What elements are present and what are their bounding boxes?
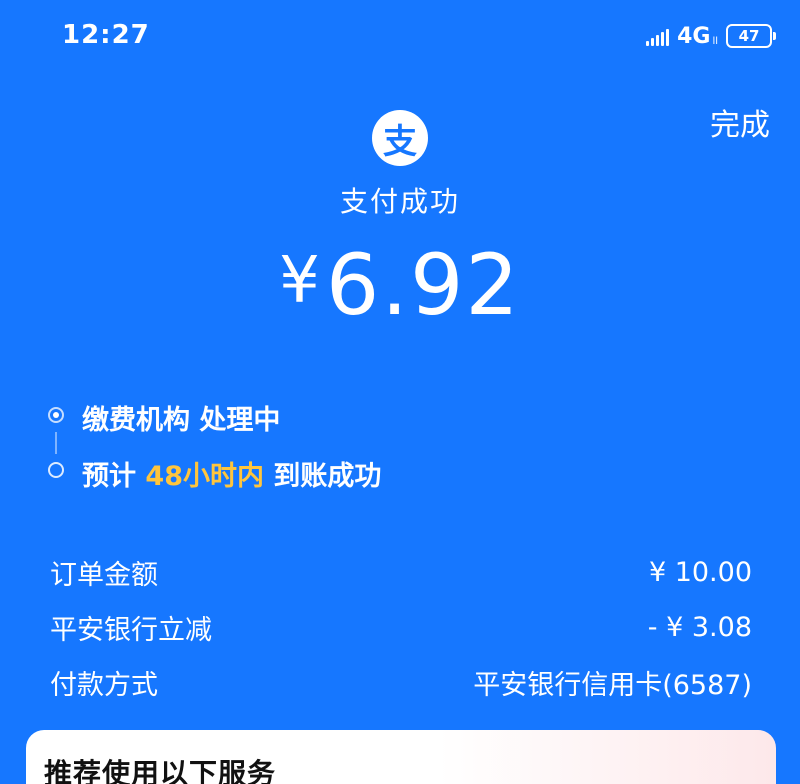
network-type: 4G xyxy=(677,23,711,49)
order-amount-label: 订单金额 xyxy=(50,559,158,591)
signal-icon xyxy=(646,26,670,46)
amount-value: 6.92 xyxy=(325,236,521,334)
status-icons: 4G ll 47 xyxy=(646,22,776,50)
payment-method-value: 平安银行信用卡(6587) xyxy=(473,669,752,701)
alipay-logo-icon: 支 xyxy=(372,110,428,166)
status-bar: 12:27 4G ll 47 xyxy=(0,0,800,70)
discount-row: 平安银行立减 - ¥ 3.08 xyxy=(50,607,752,647)
payment-status-title: 支付成功 xyxy=(339,185,460,218)
order-amount-row: 订单金额 ¥ 10.00 xyxy=(50,552,752,592)
battery-level: 47 xyxy=(738,27,760,45)
timeline-dot-active-icon xyxy=(48,407,64,423)
network-signal-indicator: ll xyxy=(712,35,718,47)
arrival-prefix: 预计 xyxy=(82,461,146,492)
order-amount-value: ¥ 10.00 xyxy=(648,556,752,588)
timeline-step-processing: 缴费机构 处理中 xyxy=(82,405,281,436)
payment-method-label: 付款方式 xyxy=(50,669,158,701)
arrival-time-highlight: 48小时内 xyxy=(145,461,264,492)
timeline-dot-pending-icon xyxy=(48,462,64,478)
currency-sign: ¥ xyxy=(279,244,320,318)
timeline-step-arrival: 预计 48小时内 到账成功 xyxy=(82,454,381,493)
payment-method-row: 付款方式 平安银行信用卡(6587) xyxy=(50,662,752,702)
progress-timeline: 缴费机构 处理中 预计 48小时内 到账成功 xyxy=(46,394,746,504)
discount-label: 平安银行立减 xyxy=(50,614,212,646)
recommended-services-title: 推荐使用以下服务 xyxy=(44,757,277,784)
payment-amount: ¥6.92 xyxy=(0,236,800,334)
status-time: 12:27 xyxy=(62,20,150,50)
timeline-connector xyxy=(55,432,57,454)
done-button[interactable]: 完成 xyxy=(710,100,770,144)
recommended-services-card[interactable]: 推荐使用以下服务 xyxy=(26,730,776,784)
discount-value: - ¥ 3.08 xyxy=(647,611,752,643)
alipay-logo-char: 支 xyxy=(383,121,417,162)
arrival-suffix: 到账成功 xyxy=(263,461,382,492)
battery-icon: 47 xyxy=(726,24,776,48)
